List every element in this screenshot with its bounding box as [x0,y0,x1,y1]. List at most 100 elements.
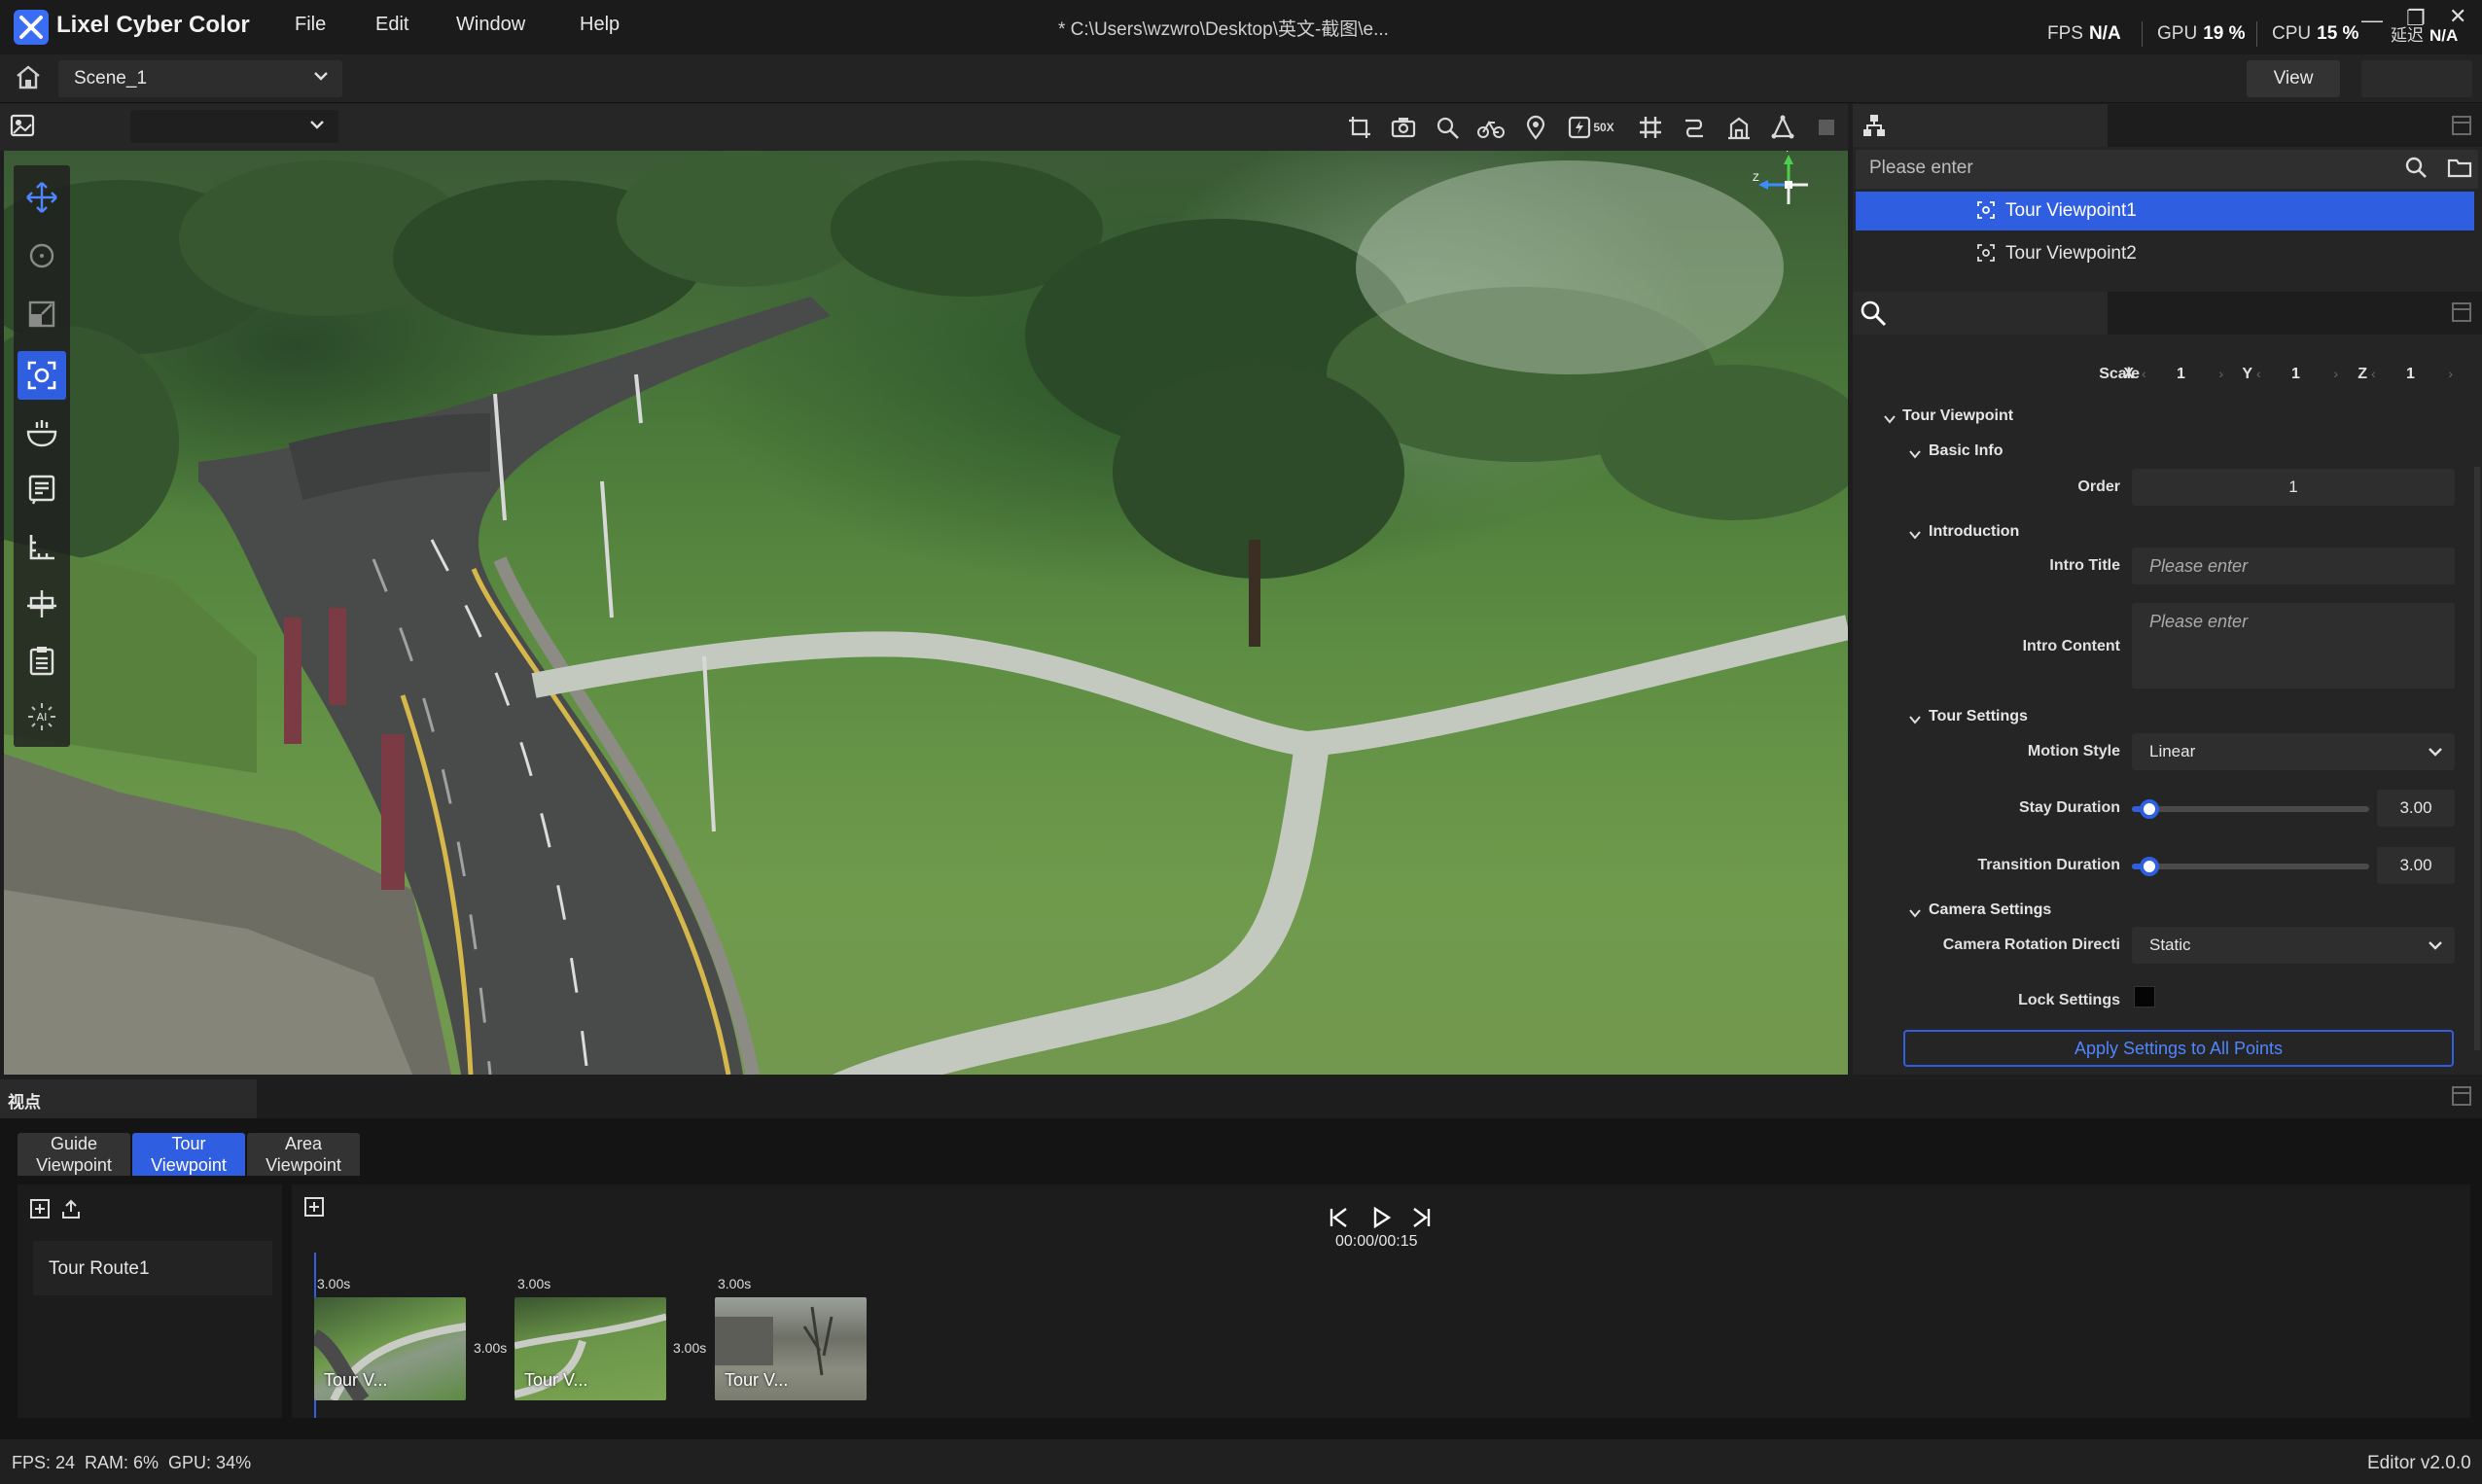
layer-icon[interactable] [1809,111,1844,144]
scale-y-value: 1 [2291,366,2300,382]
intro-content-placeholder: Please enter [2149,612,2249,631]
close-icon[interactable]: ✕ [2449,4,2466,29]
building-icon[interactable] [1721,111,1756,144]
scale-z-stepper[interactable]: ‹ 1 › [2369,362,2455,389]
measure-tool-icon[interactable] [18,523,66,572]
cpu-value: 15 % [2317,23,2359,44]
chevron-down-icon[interactable] [1908,711,1922,731]
3d-viewport[interactable]: Y Z [4,151,1848,1075]
menu-file[interactable]: File [295,14,326,36]
tab-tour-viewpoint[interactable]: Tour Viewpoint [132,1133,245,1176]
properties-scrollbar[interactable] [2474,467,2480,1050]
bowl-tool-icon[interactable] [18,408,66,457]
motion-style-value: Linear [2149,742,2196,760]
clip-duration: 3.00s [718,1276,752,1291]
outline-item-tour-viewpoint1[interactable] [1856,192,2474,230]
maximize-icon[interactable]: ❐ [2406,6,2426,31]
viewport-mode-icon[interactable] [10,113,35,143]
camera-settings-header[interactable]: Camera Settings [1929,901,2051,919]
chevron-down-icon[interactable] [1908,526,1922,547]
scale-z-value: 1 [2406,366,2415,382]
outline-tab[interactable] [1853,104,2108,147]
move-tool-icon[interactable] [18,173,66,222]
rotate-tool-icon[interactable] [18,231,66,280]
cpu-label: CPU [2272,23,2312,44]
tab-label: Area [284,1134,323,1153]
bike-icon[interactable] [1473,111,1508,144]
scale-x-stepper[interactable]: ‹ 1 › [2140,362,2225,389]
property-search-icon[interactable] [1860,300,1887,332]
chevron-down-icon [2426,936,2445,960]
tour-viewpoint-section[interactable]: Tour Viewpoint [1902,407,2013,425]
route-icon[interactable] [1677,111,1712,144]
timeline-clip[interactable]: Tour V... [314,1297,466,1400]
add-clip-icon[interactable] [303,1196,325,1222]
stay-duration-handle[interactable] [2139,799,2159,819]
tab-area-viewpoint[interactable]: Area Viewpoint [247,1133,360,1176]
chevron-down-icon [2426,742,2445,766]
skip-start-icon[interactable] [1327,1206,1350,1234]
basic-info-header[interactable]: Basic Info [1929,442,2003,460]
introduction-header[interactable]: Introduction [1929,523,2019,541]
add-route-icon[interactable] [29,1198,51,1224]
transition-duration-badge: 3.00s [474,1340,508,1356]
ai-tool-icon[interactable]: AI [18,692,66,741]
viewpoint-panel-title: 视点 [8,1093,41,1112]
menu-edit[interactable]: Edit [375,14,408,36]
clipboard-tool-icon[interactable] [18,636,66,685]
scene-bar [0,54,2482,103]
export-icon[interactable] [60,1198,82,1224]
gpu-stat: GPU 19 % [2157,23,2246,45]
chevron-down-icon [311,66,331,90]
speed-icon[interactable]: 50X [1562,111,1620,144]
focus-tool-icon[interactable] [18,351,66,400]
clip-duration: 3.00s [517,1276,551,1291]
menu-help[interactable]: Help [580,14,620,36]
minimize-icon[interactable]: — [2361,8,2383,33]
scale-y-stepper[interactable]: ‹ 1 › [2254,362,2340,389]
camera-icon[interactable] [1386,111,1421,144]
panel-expand-icon[interactable] [2451,1085,2472,1112]
folder-icon[interactable] [2447,156,2472,184]
menu-window[interactable]: Window [456,14,525,36]
search-icon[interactable] [2404,156,2428,184]
clip-duration: 3.00s [317,1276,351,1291]
orientation-gizmo[interactable]: Y Z [1753,151,1823,219]
transition-duration-slider[interactable] [2132,864,2369,869]
timeline-clip[interactable]: Tour V... [514,1297,666,1400]
stay-duration-slider[interactable] [2132,806,2369,812]
transition-duration-handle[interactable] [2139,857,2159,876]
lock-settings-checkbox[interactable] [2134,986,2155,1007]
search-area-icon[interactable] [1430,111,1465,144]
home-icon[interactable] [14,62,45,93]
notes-tool-icon[interactable] [18,465,66,513]
properties-tab[interactable] [1853,292,2108,335]
viewpoint-icon [1976,200,1996,225]
tour-settings-header[interactable]: Tour Settings [1929,708,2028,725]
chevron-down-icon[interactable] [1908,904,1922,925]
play-icon[interactable] [1369,1206,1393,1234]
chevron-down-icon[interactable] [1883,410,1897,431]
skip-end-icon[interactable] [1410,1206,1434,1234]
performance-status: FPS: 24 RAM: 6% GPU: 34% [12,1453,252,1472]
timeline-clip[interactable]: Tour V... [715,1297,867,1400]
view-button[interactable]: View [2247,60,2340,97]
tab-guide-viewpoint[interactable]: Guide Viewpoint [18,1133,130,1176]
editor-version: Editor v2.0.0 [2367,1453,2471,1473]
outline-item-tour-viewpoint2[interactable] [1856,233,2474,272]
panel-expand-icon[interactable] [2451,301,2472,328]
cpu-stat: CPU 15 % [2272,23,2358,45]
align-tool-icon[interactable] [18,580,66,628]
outline-item-label: Tour Viewpoint2 [2005,243,2137,264]
hierarchy-icon[interactable] [1862,113,1887,143]
transition-duration-badge: 3.00s [673,1340,707,1356]
grid-icon[interactable] [1633,111,1668,144]
measure-icon[interactable] [1765,111,1800,144]
location-pin-icon[interactable] [1518,111,1553,144]
apply-settings-button[interactable]: Apply Settings to All Points [1903,1030,2454,1067]
view-options-button[interactable] [2361,60,2472,97]
panel-expand-icon[interactable] [2451,115,2472,141]
chevron-down-icon[interactable] [1908,445,1922,466]
scale-tool-icon[interactable] [18,290,66,338]
crop-icon[interactable] [1342,111,1377,144]
